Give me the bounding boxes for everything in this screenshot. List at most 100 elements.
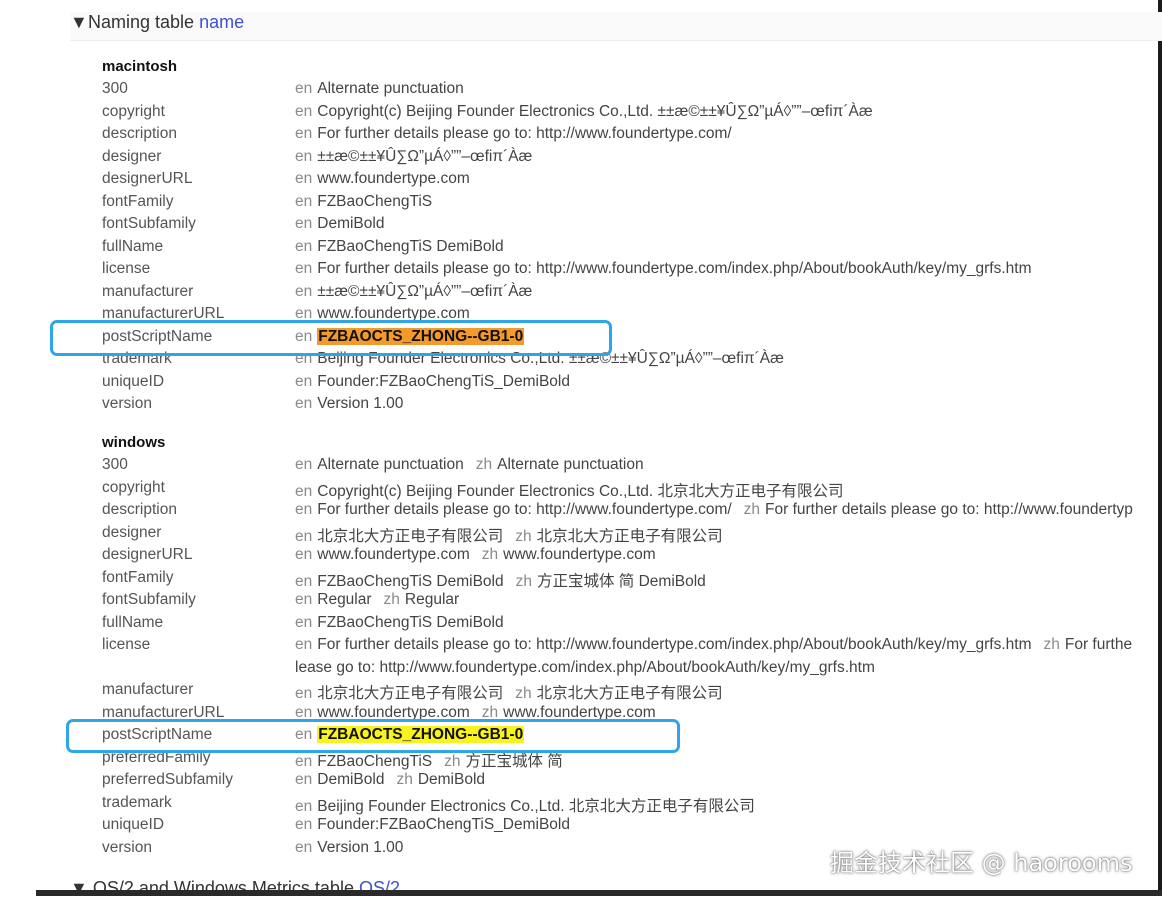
language-tag: en (295, 237, 313, 255)
record-value: Version 1.00 (317, 838, 404, 856)
record-key: fullName (102, 237, 164, 255)
name-record-row: trademark en Beijing Founder Electronics C… (102, 350, 1162, 372)
language-tag: en (295, 726, 313, 743)
record-key: manufacturer (102, 681, 194, 698)
record-key: license (102, 260, 151, 277)
record-values: en Alternate punctuation (295, 80, 464, 98)
name-record-row: version en Version 1.00 (102, 395, 1162, 417)
record-values: en www.foundertype.com zh www.foundertype.c… (295, 546, 656, 564)
record-values: en FZBaoChengTiS DemiBold zh 方正宝城体 简 DemiBo… (295, 569, 706, 591)
language-tag: en (295, 838, 313, 856)
record-values: en FZBaoChengTiS DemiBold (295, 238, 504, 256)
language-tag: en (295, 350, 313, 367)
name-record-row: description en For further details please … (102, 501, 1162, 523)
record-value: Version 1.00 (317, 395, 404, 412)
language-tag: zh (515, 685, 532, 702)
record-key: version (102, 838, 152, 856)
record-value: DemiBold (317, 771, 385, 788)
language-tag: en (295, 482, 313, 500)
record-value: For furthe (1064, 636, 1133, 653)
record-key: uniqueID (102, 816, 165, 833)
record-values: en Copyright(c) Beijing Founder Electroni… (295, 103, 873, 121)
language-tag: en (295, 572, 313, 590)
record-key: version (102, 395, 152, 412)
record-key: postScriptName (102, 726, 213, 743)
name-record-row: designer en 北京北大方正电子有限公司 zh 北京北大方正电子有限公司 (102, 524, 1162, 546)
record-key: description (102, 125, 177, 142)
record-key: trademark (102, 793, 172, 811)
record-value: For further details please go to: http:/… (317, 260, 1032, 277)
record-key: manufacturer (102, 282, 194, 300)
record-key: designer (102, 523, 162, 541)
language-tag: en (295, 215, 313, 232)
record-value: For further details please go to: http:/… (317, 636, 1032, 653)
language-tag: en (295, 395, 313, 412)
record-values: en FZBAOCTS_ZHONG--GB1-0 (295, 327, 525, 346)
record-key: designerURL (102, 546, 193, 563)
postscript-name-value: FZBAOCTS_ZHONG--GB1-0 (317, 726, 525, 743)
record-key: 300 (102, 456, 128, 473)
record-values: en Beijing Founder Electronics Co.,Ltd. 北… (295, 794, 755, 816)
record-value: Founder:FZBaoChengTiS_DemiBold (317, 372, 570, 390)
record-value: FZBaoChengTiS (317, 752, 433, 770)
language-tag: en (295, 80, 313, 97)
record-key: fontSubfamily (102, 591, 196, 608)
language-tag: zh (475, 456, 493, 473)
record-value: www.foundertype.com (317, 305, 470, 322)
language-tag: zh (515, 527, 532, 545)
record-value: DemiBold (417, 771, 486, 788)
record-values: en For further details please go to: http… (295, 636, 1132, 654)
language-tag: en (295, 192, 313, 210)
naming-table-header[interactable]: ▼Naming table name (70, 12, 1162, 41)
record-values: en 北京北大方正电子有限公司 zh 北京北大方正电子有限公司 (295, 524, 723, 546)
name-record-row: manufacturer en 北京北大方正电子有限公司 zh 北京北大方正电子有限公司 (102, 681, 1162, 703)
record-key: copyright (102, 102, 165, 120)
language-tag: en (295, 816, 313, 833)
name-record-row: fontFamily en FZBaoChengTiS (102, 193, 1162, 215)
language-tag: zh (1043, 636, 1060, 653)
language-tag: en (295, 703, 313, 721)
record-key: description (102, 501, 177, 518)
record-values: en DemiBold zh DemiBold (295, 771, 485, 789)
name-record-row: 300 en Alternate punctuation zh Alternate pu… (102, 456, 1162, 478)
language-tag: zh (481, 703, 499, 721)
record-key: 300 (102, 80, 128, 97)
language-tag: zh (383, 591, 400, 608)
record-values: en Beijing Founder Electronics Co.,Ltd. ±… (295, 350, 784, 368)
name-record-row: designer en ±±æ©±±¥Û∑Ω”µÁ◊””–œfiπ´Àæ (102, 148, 1162, 170)
record-values: en ±±æ©±±¥Û∑Ω”µÁ◊””–œfiπ´Àæ (295, 148, 532, 166)
language-tag: en (295, 327, 313, 345)
language-tag: zh (396, 771, 413, 788)
record-value: www.foundertype.com (317, 703, 470, 721)
record-values: en Copyright(c) Beijing Founder Electroni… (295, 479, 844, 501)
language-tag: en (295, 613, 313, 631)
record-values: en www.foundertype.com zh www.foundertype.c… (295, 704, 656, 722)
record-key: fontFamily (102, 568, 174, 586)
record-key: fontFamily (102, 192, 174, 210)
bottom-edge (36, 890, 1162, 896)
name-table-link[interactable]: name (199, 12, 244, 32)
language-tag: en (295, 797, 313, 815)
name-record-row: fullName en FZBaoChengTiS DemiBold (102, 238, 1162, 260)
record-values: en www.foundertype.com (295, 305, 470, 323)
section-title: Naming table (88, 12, 195, 32)
language-tag: en (295, 260, 313, 277)
record-value: www.foundertype.com (503, 546, 656, 563)
record-value: 北京北大方正电子有限公司 (536, 527, 723, 545)
record-value: For further details please go to: http:/… (765, 501, 1133, 518)
language-tag: en (295, 527, 313, 545)
record-values: en FZBaoChengTiS zh 方正宝城体 简 (295, 749, 563, 771)
name-record-row: copyright en Copyright(c) Beijing Founder … (102, 479, 1162, 501)
name-record-row: manufacturer en ±±æ©±±¥Û∑Ω”µÁ◊””–œfiπ´Àæ (102, 283, 1162, 305)
record-key: copyright (102, 478, 165, 496)
record-values: en www.foundertype.com (295, 170, 470, 188)
name-record-row: 300 en Alternate punctuation (102, 80, 1162, 102)
postscript-name-value: FZBAOCTS_ZHONG--GB1-0 (317, 327, 525, 345)
triangle-down-icon[interactable]: ▼ (70, 12, 88, 33)
record-key: trademark (102, 350, 172, 367)
name-record-row: uniqueID en Founder:FZBaoChengTiS_DemiBold (102, 373, 1162, 395)
record-key: fullName (102, 613, 164, 631)
record-value: For further details please go to: http:/… (317, 501, 732, 518)
record-value: ±±æ©±±¥Û∑Ω”µÁ◊””–œfiπ´Àæ (317, 147, 533, 165)
language-tag: en (295, 282, 313, 300)
